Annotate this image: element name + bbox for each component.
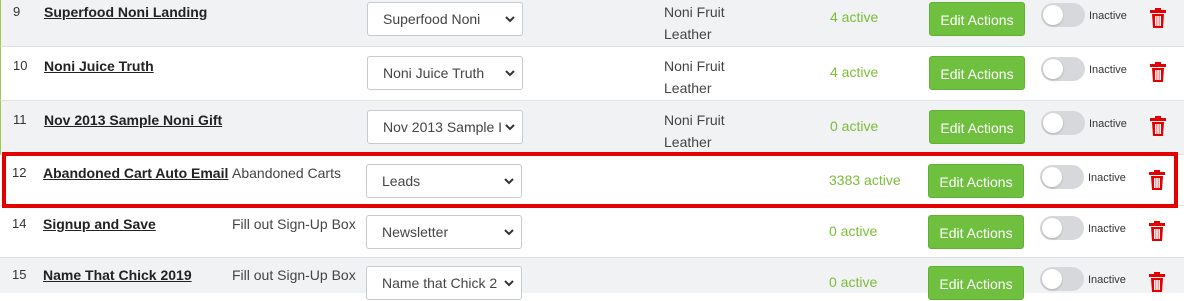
toggle-label: Inactive (1088, 223, 1126, 235)
product-name-line1: Noni Fruit (664, 58, 725, 74)
toggle-knob (1042, 269, 1062, 289)
edit-actions-button[interactable]: Edit Actions (928, 164, 1024, 198)
table-row: 14 Signup and Save Fill out Sign-Up Box … (0, 206, 1184, 258)
toggle-label: Inactive (1089, 64, 1127, 76)
edit-actions-button[interactable]: Edit Actions (929, 56, 1025, 90)
toggle-knob (1042, 167, 1062, 187)
trash-icon[interactable] (1149, 8, 1167, 28)
edit-actions-button[interactable]: Edit Actions (929, 2, 1025, 36)
active-count: 0 active (829, 223, 878, 239)
trash-icon[interactable] (1148, 272, 1166, 292)
product-name-line1: Noni Fruit (664, 4, 725, 20)
chevron-down-icon (503, 165, 515, 197)
trash-icon[interactable] (1148, 221, 1166, 241)
edit-actions-button[interactable]: Edit Actions (929, 110, 1025, 144)
table-row: 15 Name That Chick 2019 Fill out Sign-Up… (0, 258, 1184, 300)
chevron-down-icon (504, 111, 516, 143)
status-toggle[interactable] (1041, 3, 1085, 27)
status-toggle[interactable] (1041, 57, 1085, 81)
product-name-line1: Noni Fruit (664, 112, 725, 128)
toggle-label: Inactive (1089, 118, 1127, 130)
toggle-knob (1042, 218, 1062, 238)
edit-actions-button[interactable]: Edit Actions (928, 266, 1024, 300)
toggle-knob (1043, 59, 1063, 79)
campaign-table: 9 Superfood Noni Landing Superfood Noni … (0, 0, 1184, 300)
product-name-line2: Leather (664, 26, 712, 42)
status-toggle[interactable] (1040, 267, 1084, 291)
list-select[interactable]: Superfood Noni (367, 2, 523, 36)
active-count: 4 active (830, 9, 879, 25)
trash-icon[interactable] (1149, 116, 1167, 136)
trash-icon[interactable] (1149, 62, 1167, 82)
toggle-label: Inactive (1089, 10, 1127, 22)
trigger-text: Fill out Sign-Up Box (232, 267, 356, 283)
row-number: 10 (13, 58, 28, 73)
list-select[interactable]: Leads (366, 164, 522, 198)
campaign-name-link[interactable]: Nov 2013 Sample Noni Gift (44, 109, 222, 131)
campaign-name-link[interactable]: Noni Juice Truth (44, 55, 154, 77)
row-number: 15 (12, 267, 27, 282)
status-toggle[interactable] (1040, 165, 1084, 189)
list-select[interactable]: Newsletter (366, 215, 522, 249)
list-select-value: Leads (382, 173, 421, 189)
chevron-down-icon (504, 57, 516, 89)
list-select[interactable]: Noni Juice Truth (367, 56, 523, 90)
row-number: 12 (12, 165, 27, 180)
campaign-name-link[interactable]: Abandoned Cart Auto Email (43, 162, 228, 184)
table-row: 9 Superfood Noni Landing Superfood Noni … (0, 0, 1184, 47)
row-number: 11 (13, 112, 27, 127)
list-select-value: Newsletter (382, 224, 449, 240)
toggle-label: Inactive (1088, 172, 1126, 184)
toggle-label: Inactive (1088, 274, 1126, 286)
row-number: 9 (13, 4, 21, 19)
active-count: 0 active (829, 274, 878, 290)
toggle-knob (1043, 113, 1063, 133)
trigger-text: Abandoned Carts (232, 165, 341, 181)
list-select-value: Noni Juice Truth (383, 65, 485, 81)
chevron-down-icon (503, 267, 515, 299)
campaign-name-link[interactable]: Superfood Noni Landing (44, 1, 207, 23)
product-name-line2: Leather (664, 134, 712, 150)
active-count: 4 active (830, 64, 879, 80)
table-row: 10 Noni Juice Truth Noni Juice Truth Non… (0, 47, 1184, 101)
table-row: 11 Nov 2013 Sample Noni Gift Nov 2013 Sa… (0, 101, 1184, 155)
chevron-down-icon (503, 216, 515, 248)
toggle-knob (1043, 5, 1063, 25)
list-select-value: Name that Chick 2 (382, 275, 498, 291)
campaign-name-link[interactable]: Signup and Save (43, 213, 156, 235)
list-select-value: Nov 2013 Sample I (383, 119, 503, 135)
active-count: 3383 active (829, 172, 901, 188)
trigger-text: Fill out Sign-Up Box (232, 216, 356, 232)
campaign-name-link[interactable]: Name That Chick 2019 (43, 264, 192, 286)
chevron-down-icon (504, 3, 516, 35)
active-count: 0 active (830, 118, 879, 134)
table-row: 12 Abandoned Cart Auto Email Abandoned C… (0, 155, 1184, 206)
list-select[interactable]: Name that Chick 2 (366, 266, 522, 300)
row-number: 14 (12, 216, 27, 231)
status-toggle[interactable] (1041, 111, 1085, 135)
list-select-value: Superfood Noni (383, 11, 481, 27)
status-toggle[interactable] (1040, 216, 1084, 240)
trash-icon[interactable] (1148, 170, 1166, 190)
edit-actions-button[interactable]: Edit Actions (928, 215, 1024, 249)
product-name-line2: Leather (664, 80, 712, 96)
list-select[interactable]: Nov 2013 Sample I (367, 110, 523, 144)
